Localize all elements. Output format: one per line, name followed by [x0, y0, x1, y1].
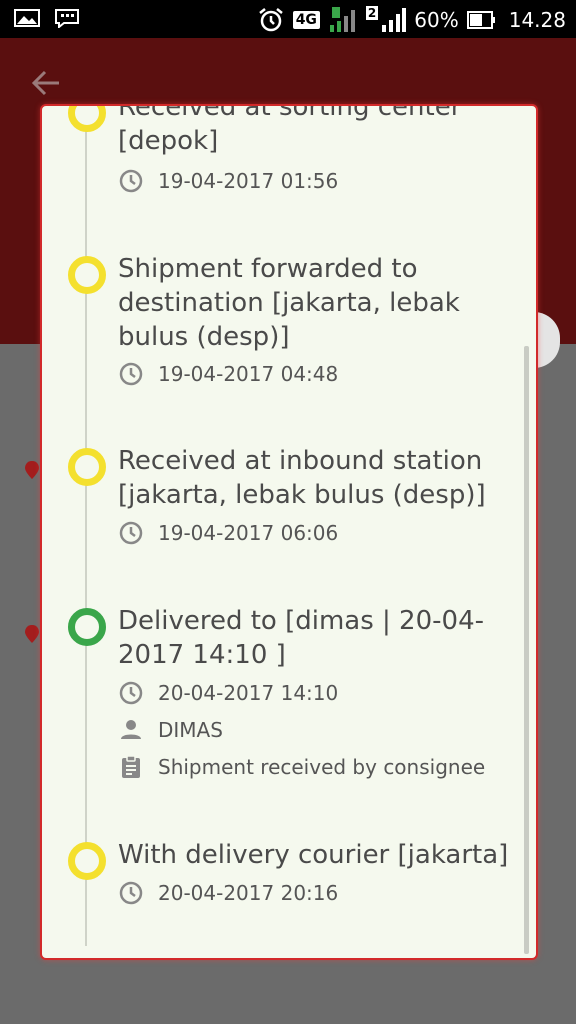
clock-icon	[119, 362, 143, 386]
clock-icon	[119, 169, 143, 193]
scrollbar[interactable]	[524, 346, 529, 954]
entry-title: Received at inbound station [jakarta, le…	[118, 446, 486, 510]
entry-note: Shipment received by consignee	[118, 754, 485, 780]
status-dot-yellow	[68, 842, 106, 880]
entry-time-text: 19-04-2017 06:06	[158, 521, 339, 545]
signal-sim2-icon	[382, 8, 407, 32]
entry-time: 19-04-2017 06:06	[118, 520, 338, 546]
status-dot-green	[68, 608, 106, 646]
clock-icon	[119, 681, 143, 705]
entry-title: With delivery courier [jakarta]	[118, 840, 509, 870]
location-pin-icon	[25, 461, 39, 479]
network-type-badge: 4G	[292, 11, 320, 29]
entry-note-text: Shipment received by consignee	[158, 755, 486, 779]
entry-title: Received at sorting center [depok]	[118, 104, 462, 156]
entry-title: Delivered to [dimas | 20-04-2017 14:10 ]	[118, 606, 484, 670]
status-bar: 4G 2 60% 14.28	[0, 0, 576, 38]
status-dot-yellow	[68, 106, 106, 132]
timeline-line	[85, 106, 87, 946]
entry-time-text: 19-04-2017 04:48	[158, 362, 339, 386]
entry-time: 20-04-2017 20:16	[118, 880, 338, 906]
battery-percent: 60%	[414, 8, 459, 32]
clock-icon	[119, 521, 143, 545]
signal-sim1-icon	[329, 7, 355, 32]
clipboard-icon	[122, 755, 140, 778]
gallery-notification-icon	[14, 9, 40, 27]
entry-time: 20-04-2017 14:10	[118, 680, 338, 706]
alarm-icon	[258, 8, 283, 32]
entry-time-text: 20-04-2017 14:10	[158, 681, 339, 705]
status-dot-yellow	[68, 448, 106, 486]
status-dot-yellow	[68, 256, 106, 294]
bbm-notification-icon	[55, 9, 79, 28]
entry-title: Shipment forwarded to destination [jakar…	[118, 254, 460, 352]
battery-icon	[466, 11, 495, 29]
entry-time-text: 20-04-2017 20:16	[158, 881, 339, 905]
tracking-history-dialog[interactable]: Received at sorting center [depok] 19-04…	[40, 104, 538, 960]
status-time: 14.28	[508, 8, 566, 32]
entry-time: 19-04-2017 04:48	[118, 361, 338, 387]
entry-receiver: DIMAS	[118, 717, 223, 743]
location-pin-icon	[25, 625, 39, 643]
entry-receiver-text: DIMAS	[158, 718, 223, 742]
person-icon	[121, 720, 141, 739]
sim2-label: 2	[365, 6, 379, 20]
entry-time-text: 19-04-2017 01:56	[158, 169, 339, 193]
arrow-left-icon[interactable]	[30, 68, 62, 98]
clock-icon	[119, 881, 143, 905]
entry-time: 19-04-2017 01:56	[118, 168, 338, 194]
